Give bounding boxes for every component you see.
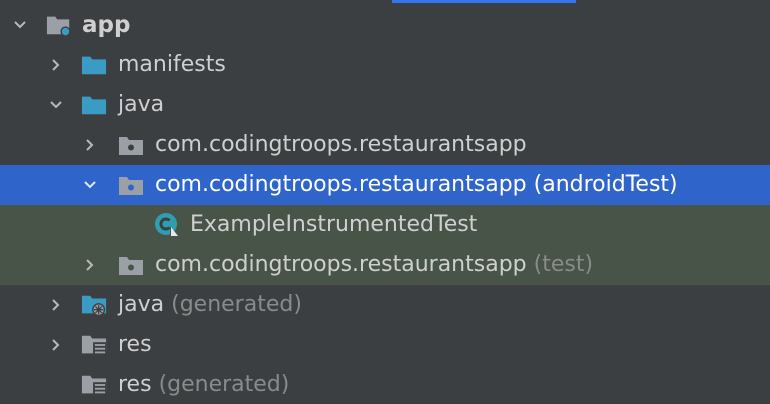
- generated-folder-icon: [81, 292, 107, 318]
- node-label: ExampleInstrumentedTest: [190, 212, 478, 237]
- tree-node-res[interactable]: res: [0, 325, 770, 365]
- package-icon: [118, 252, 144, 278]
- node-label: java (generated): [118, 285, 302, 325]
- tree-node-example-test[interactable]: ExampleInstrumentedTest: [0, 205, 770, 245]
- node-label-name: java: [118, 292, 165, 317]
- chevron-right-icon[interactable]: [80, 255, 100, 275]
- node-label: com.codingtroops.restaurantsapp: [155, 132, 527, 157]
- tree-node-package-test[interactable]: com.codingtroops.restaurantsapp (test): [0, 245, 770, 285]
- node-label-suffix: (test): [533, 252, 594, 277]
- source-folder-icon: [81, 52, 107, 78]
- node-label: java: [118, 92, 165, 117]
- module-folder-icon: [46, 12, 72, 38]
- scroll-indicator: [392, 0, 576, 3]
- chevron-right-icon[interactable]: [46, 55, 66, 75]
- tree-node-package-main[interactable]: com.codingtroops.restaurantsapp: [0, 125, 770, 165]
- node-label: res: [118, 332, 152, 357]
- node-label-suffix: (androidTest): [533, 172, 678, 197]
- tree-node-res-generated[interactable]: res (generated): [0, 365, 770, 404]
- tree-node-java-generated[interactable]: java (generated): [0, 285, 770, 325]
- chevron-down-icon[interactable]: [10, 15, 30, 35]
- chevron-right-icon[interactable]: [46, 335, 66, 355]
- node-label-name: com.codingtroops.restaurantsapp: [155, 172, 527, 197]
- tree-node-app[interactable]: app: [0, 5, 770, 45]
- tree-node-java[interactable]: java: [0, 85, 770, 125]
- chevron-right-icon[interactable]: [80, 135, 100, 155]
- test-class-icon: [154, 212, 180, 238]
- chevron-right-icon[interactable]: [46, 295, 66, 315]
- tree-node-package-androidtest[interactable]: com.codingtroops.restaurantsapp (android…: [0, 165, 770, 205]
- node-label: app: [82, 12, 131, 38]
- source-folder-icon: [81, 92, 107, 118]
- node-label-suffix: (generated): [171, 292, 302, 317]
- chevron-down-icon[interactable]: [80, 175, 100, 195]
- node-label-name: com.codingtroops.restaurantsapp: [155, 252, 527, 277]
- package-icon: [118, 172, 144, 198]
- node-label: manifests: [118, 52, 226, 77]
- resources-folder-icon: [81, 332, 107, 358]
- node-label: com.codingtroops.restaurantsapp (test): [155, 245, 593, 285]
- tree-node-manifests[interactable]: manifests: [0, 45, 770, 85]
- node-label: res (generated): [118, 365, 289, 404]
- node-label: com.codingtroops.restaurantsapp (android…: [155, 165, 678, 205]
- package-icon: [118, 132, 144, 158]
- node-label-suffix: (generated): [158, 372, 290, 397]
- project-tree: app manifests java com.codingtroops.rest…: [0, 0, 770, 404]
- resources-folder-icon: [81, 372, 107, 398]
- node-label-name: res: [118, 372, 152, 397]
- chevron-down-icon[interactable]: [46, 95, 66, 115]
